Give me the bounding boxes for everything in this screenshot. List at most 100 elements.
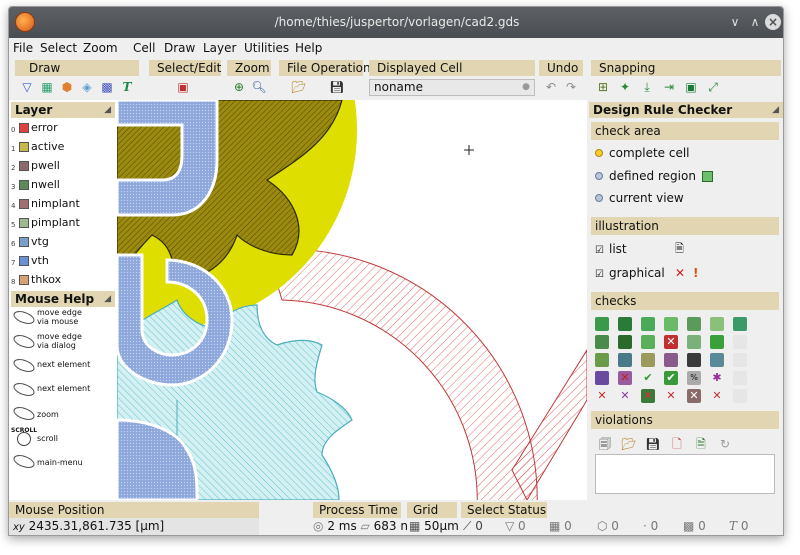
menu-help[interactable]: Help	[295, 41, 322, 55]
check-space-icon[interactable]	[618, 317, 632, 331]
select-tool-icon[interactable]: ▣	[175, 79, 191, 95]
zoom-icon[interactable]: 🔍︎	[251, 79, 267, 95]
check-delete-icon[interactable]: ✕	[595, 389, 609, 403]
polygon-tool-icon[interactable]: ▽	[19, 79, 35, 95]
define-region-icon[interactable]	[701, 171, 713, 182]
warning-icon[interactable]: !	[693, 264, 698, 282]
check-x-icon[interactable]: ✕	[618, 371, 632, 385]
maximize-icon[interactable]: ∧	[747, 14, 763, 30]
snap-angle-icon[interactable]: ⤢	[705, 79, 721, 95]
check-delete-purple-icon[interactable]: ✕	[618, 389, 632, 403]
check-contact-icon[interactable]	[618, 353, 632, 367]
list-doc-icon[interactable]: 🗎︎	[675, 240, 684, 258]
path-tool-icon[interactable]: ◈	[79, 79, 95, 95]
violation-clear-icon[interactable]: 🗋︎	[669, 436, 685, 452]
check-star-icon[interactable]: ✱	[710, 371, 724, 385]
menu-file[interactable]: File	[13, 41, 33, 55]
check-dark-icon[interactable]	[687, 353, 701, 367]
menu-select[interactable]: Select	[40, 41, 77, 55]
file-operation-label: File Operation	[279, 60, 371, 76]
zoom-group: Zoom ⊕ 🔍︎	[227, 60, 271, 98]
snap-center-icon[interactable]: ▣	[683, 79, 699, 95]
save-file-icon[interactable]: 💾︎	[329, 79, 345, 95]
undo-icon[interactable]: ↶	[543, 79, 559, 95]
close-icon[interactable]: ×	[765, 14, 781, 30]
area-defined-region[interactable]: defined region	[595, 167, 713, 185]
check-no-icon[interactable]: ✕	[664, 335, 678, 349]
check-cross-icon[interactable]	[710, 335, 724, 349]
radio-icon	[595, 172, 603, 180]
check-color-icon[interactable]	[595, 371, 609, 385]
violation-save-icon[interactable]: 💾︎	[645, 436, 661, 452]
snap-grid-icon[interactable]: ⊞	[595, 79, 611, 95]
menu-draw[interactable]: Draw	[164, 41, 195, 55]
displayed-cell-value: noname	[374, 80, 423, 94]
check-density-icon[interactable]	[687, 335, 701, 349]
layer-row[interactable]: 0 error	[11, 122, 115, 141]
menu-layer[interactable]: Layer	[203, 41, 236, 55]
check-delete-green-icon[interactable]: ✕	[641, 389, 655, 403]
mouse-help-item: zoom	[11, 404, 115, 428]
check-percent-icon[interactable]: %	[687, 371, 701, 385]
snap-edge-icon[interactable]: ⤓	[639, 79, 655, 95]
snap-middle-icon[interactable]: ⇥	[661, 79, 677, 95]
text-tool-icon[interactable]: T	[119, 79, 135, 95]
violation-export-icon[interactable]: 🗎︎	[693, 436, 709, 452]
layer-row[interactable]: 2 pwell	[11, 160, 115, 179]
check-ok-icon[interactable]: ✔	[641, 371, 655, 385]
mouse-icon	[11, 356, 37, 375]
check-delete-red-icon[interactable]: ✕	[710, 389, 724, 403]
open-file-icon[interactable]: 📂︎	[291, 79, 307, 95]
snap-point-icon[interactable]: ✦	[617, 79, 633, 95]
layer-row[interactable]: 5 pimplant	[11, 217, 115, 236]
layer-row[interactable]: 3 nwell	[11, 179, 115, 198]
check-delete-brown-icon[interactable]: ✕	[687, 389, 701, 403]
pin-icon[interactable]: ◢	[104, 102, 111, 118]
violations-list[interactable]	[595, 454, 775, 494]
layer-row[interactable]: 1 active	[11, 141, 115, 160]
check-width-icon[interactable]	[595, 317, 609, 331]
check-angle-icon[interactable]	[687, 317, 701, 331]
check-net-icon[interactable]	[710, 353, 724, 367]
layer-row[interactable]: 7 vth	[11, 255, 115, 274]
check-inside-icon[interactable]	[595, 335, 609, 349]
violation-refresh-icon[interactable]: ↻	[717, 436, 733, 452]
check-delete-mark-icon[interactable]: ✕	[664, 389, 678, 403]
check-area-icon[interactable]	[710, 317, 724, 331]
check-outside-icon[interactable]	[618, 335, 632, 349]
menu-zoom[interactable]: Zoom	[83, 41, 118, 55]
check-overlap-icon[interactable]	[641, 317, 655, 331]
pin-icon[interactable]: ◢	[104, 291, 111, 307]
displayed-cell-select[interactable]: noname ●	[369, 79, 535, 96]
array-tool-icon[interactable]: ▩	[99, 79, 115, 95]
box-tool-icon[interactable]: ▦	[39, 79, 55, 95]
area-complete-cell[interactable]: complete cell	[595, 144, 690, 162]
check-ok-box-icon[interactable]: ✔	[664, 371, 678, 385]
violation-open-icon[interactable]: 📂︎	[621, 436, 637, 452]
layer-row[interactable]: 4 nimplant	[11, 198, 115, 217]
mouse-icon	[11, 308, 37, 327]
illustration-list-checkbox[interactable]: ☑ list 🗎︎	[595, 240, 684, 258]
illustration-graphical-checkbox[interactable]: ☑ graphical ✕!	[595, 264, 698, 282]
layout-drawing	[117, 100, 587, 500]
check-layer-icon[interactable]	[641, 353, 655, 367]
menu-cell[interactable]: Cell	[133, 41, 155, 55]
check-extension-icon[interactable]	[733, 317, 747, 331]
area-current-view[interactable]: current view	[595, 189, 684, 207]
check-gate-icon[interactable]	[664, 353, 678, 367]
redo-icon[interactable]: ↷	[563, 79, 579, 95]
minimize-icon[interactable]: ∨	[727, 14, 743, 30]
layer-row[interactable]: 6 vtg	[11, 236, 115, 255]
zoom-fit-icon[interactable]: ⊕	[231, 79, 247, 95]
check-touch-icon[interactable]	[641, 335, 655, 349]
mark-error-icon[interactable]: ✕	[675, 264, 685, 282]
circle-tool-icon[interactable]: ⬢	[59, 79, 75, 95]
check-enclosure-icon[interactable]	[664, 317, 678, 331]
drawing-canvas[interactable]	[117, 100, 587, 500]
mouse-icon	[11, 404, 37, 423]
violation-list-icon[interactable]: 🗐︎	[597, 436, 613, 452]
pin-icon[interactable]: ◢	[772, 102, 779, 118]
check-via-icon[interactable]	[595, 353, 609, 367]
checkbox-checked-icon: ☑	[595, 269, 604, 280]
menu-utilities[interactable]: Utilities	[244, 41, 289, 55]
